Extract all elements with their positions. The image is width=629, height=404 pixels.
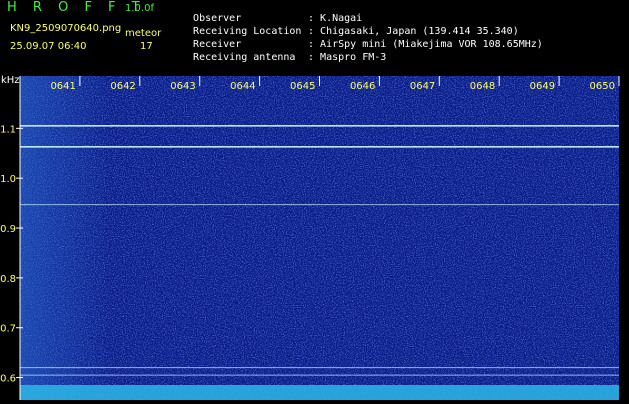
x-tick-label: 0648 [470, 81, 495, 92]
x-tick-label: 0645 [290, 81, 315, 92]
x-tick-label: 0644 [230, 81, 255, 92]
file-name: KN9_2509070640.png [10, 23, 122, 34]
meta-value: Maspro FM-3 [320, 52, 387, 63]
date-time: 25.09.07 06:40 [10, 41, 87, 52]
bottom-band [20, 385, 619, 400]
y-tick-label: 0.7 [0, 324, 16, 335]
y-tick-label: 1.0 [0, 174, 16, 185]
meta-key: Receiving antenna [193, 52, 296, 63]
y-tick-label: 0.9 [0, 224, 16, 235]
version-label: 1.0.0f [125, 3, 154, 14]
spectrogram-svg: kHz 0641 0642 0643 0644 0645 0646 0647 0648 0649… [0, 75, 620, 400]
spectrogram: kHz 0641 0642 0643 0644 0645 0646 0647 0648 0649… [0, 72, 629, 400]
y-tick-label: 0.6 [0, 374, 16, 385]
y-axis-label: kHz [1, 75, 20, 86]
meteor-label: meteor [125, 28, 162, 39]
x-tick-label: 0650 [590, 81, 615, 92]
x-tick-label: 0641 [50, 81, 75, 92]
x-tick-label: 0646 [350, 81, 375, 92]
meteor-count: 17 [140, 41, 153, 52]
meta-antenna: Receiving antenna: Maspro FM-3 [193, 52, 387, 63]
plot-area [20, 76, 619, 400]
y-tick-label: 0.8 [0, 274, 16, 285]
x-tick-label: 0643 [170, 81, 195, 92]
x-tick-label: 0649 [530, 81, 555, 92]
x-tick-label: 0647 [410, 81, 435, 92]
y-tick-label: 1.1 [0, 124, 16, 135]
x-tick-label: 0642 [110, 81, 135, 92]
noise-band [20, 76, 110, 400]
